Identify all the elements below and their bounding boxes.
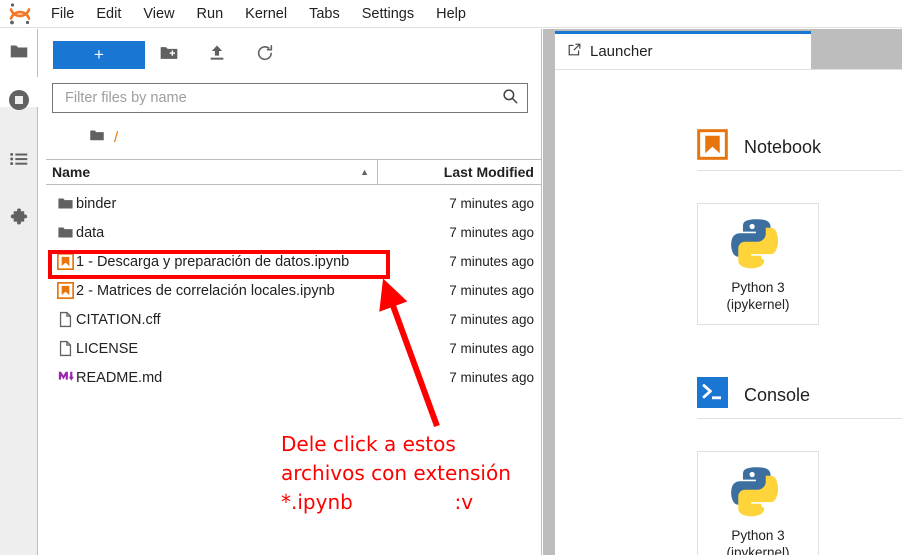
sidebar-item-extension-manager[interactable] (0, 197, 38, 245)
folder-icon (8, 40, 30, 67)
breadcrumb[interactable]: / (88, 125, 118, 149)
list-item-notebook-2[interactable]: 2 - Matrices de correlación locales.ipyn… (46, 276, 542, 305)
panel-splitter[interactable] (543, 29, 555, 555)
list-item-name: LICENSE (76, 340, 139, 357)
menu-kernel[interactable]: Kernel (234, 0, 298, 28)
upload-button[interactable] (193, 40, 241, 70)
list-item-modified: 7 minutes ago (449, 283, 534, 298)
left-sidebar-rail (0, 29, 38, 555)
notebook-icon (46, 253, 76, 270)
list-item-modified: 7 minutes ago (449, 196, 534, 211)
tab-bar: Launcher (555, 29, 902, 69)
new-folder-icon (159, 43, 179, 68)
menu-file[interactable]: File (40, 0, 85, 28)
new-folder-button[interactable] (145, 40, 193, 70)
launcher-card-console-python3[interactable]: Python 3 (ipykernel) (697, 451, 819, 555)
list-item[interactable]: CITATION.cff 7 minutes ago (46, 305, 542, 334)
menu-bar: File Edit View Run Kernel Tabs Settings … (0, 0, 902, 28)
sidebar-item-running-terminals[interactable] (0, 78, 38, 126)
list-item[interactable]: binder 7 minutes ago (46, 189, 542, 218)
list-item-name: 2 - Matrices de correlación locales.ipyn… (76, 282, 335, 299)
annotation-line-3: *.ipynb :v (281, 490, 474, 514)
upload-icon (207, 43, 227, 68)
launcher-icon (567, 42, 582, 62)
launcher-section-title: Console (744, 384, 811, 405)
tab-launcher-label: Launcher (590, 43, 653, 60)
list-item-name: binder (76, 195, 117, 212)
launcher-panel: Notebook Python 3 (ipykernel) Console Py… (555, 69, 902, 555)
menu-tabs[interactable]: Tabs (298, 0, 351, 28)
sidebar-item-commands[interactable] (0, 137, 38, 185)
filter-files-box[interactable] (52, 83, 528, 113)
column-header-last-modified[interactable]: Last Modified (378, 164, 542, 180)
tab-launcher[interactable]: Launcher (555, 31, 811, 69)
list-item-name: README.md (76, 369, 163, 386)
launcher-card-label: Python 3 (ipykernel) (726, 279, 790, 312)
list-item-modified: 7 minutes ago (449, 341, 534, 356)
menu-view[interactable]: View (132, 0, 185, 28)
list-item-modified: 7 minutes ago (449, 254, 534, 269)
launcher-card-notebook-python3[interactable]: Python 3 (ipykernel) (697, 203, 819, 325)
menu-settings[interactable]: Settings (351, 0, 425, 28)
annotation-line-2: archivos con extensión (281, 461, 511, 485)
launcher-section-console-header: Console (697, 377, 810, 413)
breadcrumb-home-icon[interactable] (88, 126, 106, 149)
launcher-section-title: Notebook (744, 136, 822, 157)
markdown-icon (46, 369, 76, 386)
notebook-icon (697, 129, 728, 165)
sort-ascending-icon: ▲ (360, 167, 369, 177)
list-item-notebook-1[interactable]: 1 - Descarga y preparación de datos.ipyn… (46, 247, 542, 276)
annotation-text: Dele click a estos archivos con extensió… (281, 430, 531, 517)
notebook-icon (46, 282, 76, 299)
list-item[interactable]: data 7 minutes ago (46, 218, 542, 247)
puzzle-piece-icon (7, 207, 31, 236)
dock-panel: Launcher Notebook Python 3 (ipykernel) C… (555, 29, 902, 555)
section-divider (697, 170, 902, 171)
column-header-name[interactable]: Name ▲ (46, 160, 378, 184)
list-item-modified: 7 minutes ago (449, 312, 534, 327)
python-logo-icon (731, 463, 785, 522)
menu-run[interactable]: Run (186, 0, 235, 28)
list-item-name: data (76, 224, 105, 241)
list-item-name: 1 - Descarga y preparación de datos.ipyn… (76, 253, 350, 270)
menu-edit[interactable]: Edit (85, 0, 132, 28)
list-item-modified: 7 minutes ago (449, 370, 534, 385)
launcher-card-label: Python 3 (ipykernel) (726, 527, 790, 555)
file-icon (46, 340, 76, 357)
menu-help[interactable]: Help (425, 0, 477, 28)
filter-row (52, 83, 528, 113)
folder-icon (46, 224, 76, 241)
annotation-line-1: Dele click a estos (281, 432, 456, 456)
folder-icon (46, 195, 76, 212)
file-listing-header: Name ▲ Last Modified (46, 159, 542, 185)
column-header-name-label: Name (52, 164, 91, 180)
breadcrumb-separator: / (114, 128, 119, 146)
console-icon (697, 377, 728, 413)
refresh-button[interactable] (241, 40, 289, 70)
list-item[interactable]: LICENSE 7 minutes ago (46, 334, 542, 363)
list-icon (8, 148, 30, 175)
section-divider (697, 418, 902, 419)
search-input[interactable] (65, 90, 501, 106)
refresh-icon (255, 43, 275, 68)
file-icon (46, 311, 76, 328)
jupyterlab-window: File Edit View Run Kernel Tabs Settings … (0, 0, 902, 555)
search-icon[interactable] (501, 87, 519, 110)
new-launcher-button[interactable]: + (53, 41, 145, 69)
list-item-name: CITATION.cff (76, 311, 161, 328)
list-item-modified: 7 minutes ago (449, 225, 534, 240)
python-logo-icon (731, 215, 785, 274)
file-browser-toolbar: + (38, 37, 542, 73)
list-item[interactable]: README.md 7 minutes ago (46, 363, 542, 392)
launcher-section-notebook-header: Notebook (697, 129, 821, 165)
jupyter-logo-icon (0, 0, 40, 28)
stop-circle-icon (7, 88, 31, 117)
sidebar-item-file-browser[interactable] (0, 29, 38, 77)
